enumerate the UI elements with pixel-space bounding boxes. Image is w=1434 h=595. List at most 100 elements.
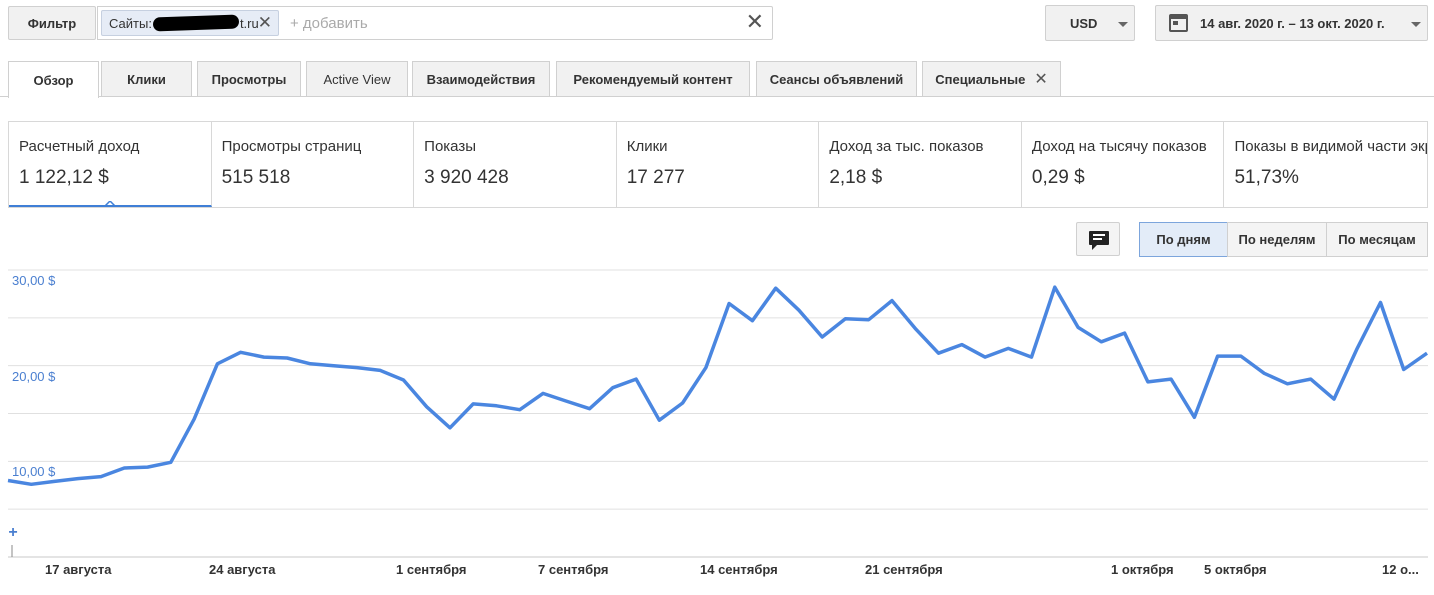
data-point[interactable]	[121, 465, 127, 471]
tab-overview[interactable]: Обзор	[8, 61, 99, 98]
data-point[interactable]	[1215, 353, 1221, 359]
data-point[interactable]	[447, 425, 453, 431]
data-point[interactable]	[1122, 330, 1128, 336]
data-point[interactable]	[680, 400, 686, 406]
tab-active-view[interactable]: Active View	[306, 61, 408, 96]
data-point[interactable]	[52, 478, 58, 484]
period-label: По месяцам	[1338, 232, 1416, 247]
series-line-0	[7, 285, 1429, 487]
data-point[interactable]	[5, 478, 11, 484]
data-point[interactable]	[773, 285, 779, 291]
data-point[interactable]	[401, 377, 407, 383]
remove-chip-icon[interactable]: ✕	[258, 14, 272, 32]
metric-impression-rpm[interactable]: Доход за тыс. показов 2,18 $	[819, 122, 1022, 207]
data-point[interactable]	[214, 361, 220, 367]
data-point[interactable]	[982, 354, 988, 360]
date-range-picker[interactable]: 14 авг. 2020 г. – 13 окт. 2020 г.	[1155, 5, 1428, 41]
data-point[interactable]	[1308, 376, 1314, 382]
filter-chip-suffix: t.ru	[239, 15, 259, 31]
data-point[interactable]	[354, 365, 360, 371]
data-point[interactable]	[494, 403, 500, 409]
data-point[interactable]	[610, 385, 616, 391]
data-point[interactable]	[842, 316, 848, 322]
data-point[interactable]	[238, 349, 244, 355]
data-point[interactable]	[1075, 324, 1081, 330]
data-point[interactable]	[1401, 367, 1407, 373]
filter-chip-sites[interactable]: Сайты: t.ru ✕	[101, 10, 279, 36]
data-point[interactable]	[98, 474, 104, 480]
data-point[interactable]	[1098, 339, 1104, 345]
period-weekly-button[interactable]: По неделям	[1227, 222, 1327, 257]
data-point[interactable]	[191, 416, 197, 422]
data-point[interactable]	[912, 325, 918, 331]
metric-page-views[interactable]: Просмотры страниц 515 518	[212, 122, 415, 207]
data-point[interactable]	[563, 398, 569, 404]
data-point[interactable]	[261, 354, 267, 360]
data-point[interactable]	[936, 350, 942, 356]
data-point[interactable]	[796, 307, 802, 313]
metric-viewable-impressions[interactable]: Показы в видимой части экрана 51,73%	[1224, 122, 1427, 207]
data-point[interactable]	[377, 367, 383, 373]
data-point[interactable]	[959, 342, 965, 348]
data-point[interactable]	[517, 407, 523, 413]
data-point[interactable]	[703, 365, 709, 371]
data-point[interactable]	[1354, 345, 1360, 351]
metric-clicks[interactable]: Клики 17 277	[617, 122, 820, 207]
filter-input-box[interactable]: Сайты: t.ru ✕ + добавить ✕	[97, 6, 773, 40]
data-point[interactable]	[587, 406, 593, 412]
x-tick-label: 12 о...	[1382, 562, 1419, 577]
data-point[interactable]	[1168, 376, 1174, 382]
data-point[interactable]	[168, 459, 174, 465]
tab-interactions[interactable]: Взаимодействия	[412, 61, 550, 96]
data-point[interactable]	[656, 417, 662, 423]
data-point[interactable]	[470, 401, 476, 407]
clear-filter-icon[interactable]: ✕	[746, 11, 764, 33]
add-annotation-icon[interactable]: +	[4, 524, 22, 542]
data-point[interactable]	[28, 481, 34, 487]
data-point[interactable]	[1191, 414, 1197, 420]
data-point[interactable]	[1005, 345, 1011, 351]
data-point[interactable]	[331, 363, 337, 369]
filter-button[interactable]: Фильтр	[8, 6, 96, 40]
metric-rpm[interactable]: Доход на тысячу показов 0,29 $	[1022, 122, 1225, 207]
data-point[interactable]	[1331, 396, 1337, 402]
metric-value: 0,29 $	[1031, 167, 1085, 188]
data-point[interactable]	[889, 298, 895, 304]
tabs-divider	[0, 96, 1434, 97]
data-point[interactable]	[1424, 350, 1430, 356]
data-point[interactable]	[1284, 381, 1290, 387]
data-point[interactable]	[749, 318, 755, 324]
period-monthly-button[interactable]: По месяцам	[1326, 222, 1428, 257]
data-point[interactable]	[1378, 300, 1384, 306]
data-point[interactable]	[145, 464, 151, 470]
data-point[interactable]	[284, 355, 290, 361]
data-point[interactable]	[424, 404, 430, 410]
data-point[interactable]	[819, 334, 825, 340]
period-daily-button[interactable]: По дням	[1139, 222, 1228, 257]
data-point[interactable]	[866, 317, 872, 323]
data-point[interactable]	[1029, 354, 1035, 360]
metric-estimated-revenue[interactable]: Расчетный доход 1 122,12 $	[9, 122, 212, 207]
data-point[interactable]	[75, 476, 81, 482]
data-point[interactable]	[633, 376, 639, 382]
add-filter-placeholder[interactable]: + добавить	[290, 15, 368, 32]
data-point[interactable]	[726, 301, 732, 307]
tab-clicks[interactable]: Клики	[101, 61, 192, 96]
data-point[interactable]	[540, 390, 546, 396]
data-point[interactable]	[307, 361, 313, 367]
annotations-button[interactable]	[1076, 222, 1120, 256]
metric-impressions[interactable]: Показы 3 920 428	[414, 122, 617, 207]
data-point[interactable]	[1261, 370, 1267, 376]
x-tick-label: 1 октября	[1111, 562, 1174, 577]
filter-chip-prefix: Сайты:	[109, 15, 152, 31]
tab-recommended-content[interactable]: Рекомендуемый контент	[556, 61, 750, 96]
data-point[interactable]	[1238, 353, 1244, 359]
tab-views[interactable]: Просмотры	[197, 61, 301, 96]
metric-label: Показы	[424, 138, 477, 155]
tab-ad-sessions[interactable]: Сеансы объявлений	[756, 61, 917, 96]
data-point[interactable]	[1052, 284, 1058, 290]
tab-custom[interactable]: Специальные ✕	[922, 61, 1061, 96]
currency-select[interactable]: USD	[1045, 5, 1135, 41]
close-tab-icon[interactable]: ✕	[1034, 69, 1047, 89]
data-point[interactable]	[1145, 379, 1151, 385]
